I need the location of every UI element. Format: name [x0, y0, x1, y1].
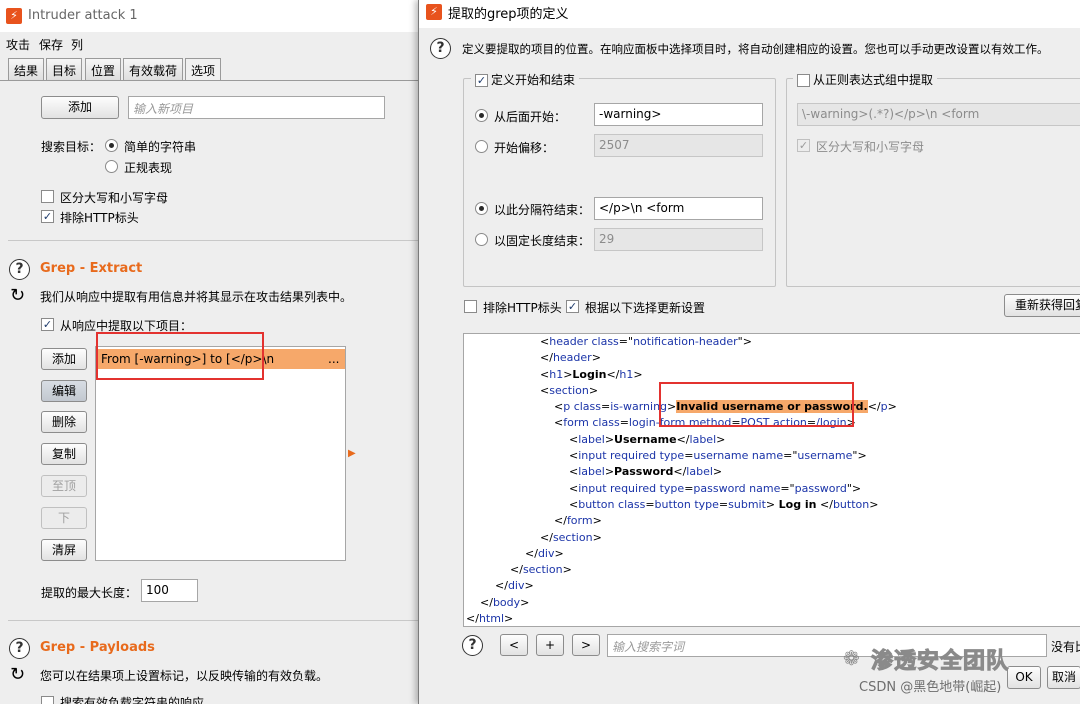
add-grep-match-button[interactable]: 添加	[41, 96, 119, 119]
menu-save[interactable]: 保存	[39, 36, 63, 53]
add-match-button[interactable]: +	[536, 634, 564, 656]
grep-definition-dialog: ⚡ 提取的grep项的定义 ? 定义要提取的项目的位置。在响应面板中选择项目时，…	[418, 0, 1080, 704]
new-item-placeholder: 输入新项目	[133, 102, 194, 116]
extract-items-checkbox[interactable]: ✓	[41, 318, 54, 331]
list-item-ellipsis: ...	[328, 352, 340, 366]
regex-input[interactable]: \-warning>(.*?)</p>\n <form	[797, 103, 1080, 126]
radio-regex[interactable]	[105, 160, 118, 173]
exclude-http-label: 排除HTTP标头	[60, 211, 139, 225]
update-config-checkbox[interactable]: ✓	[566, 300, 579, 313]
regex-group-checkbox[interactable]	[797, 74, 810, 87]
define-group-title: ✓ 定义开始和结束	[471, 71, 580, 88]
dialog-desc: 定义要提取的项目的位置。在响应面板中选择项目时，将自动创建相应的设置。您也可以手…	[462, 42, 1049, 56]
regex-case-checkbox[interactable]: ✓	[797, 139, 810, 152]
tab-positions[interactable]: 位置	[85, 58, 122, 80]
case-sensitive-label: 区分大写和小写字母	[60, 191, 169, 205]
help-icon-dialog[interactable]: ?	[430, 38, 451, 59]
dialog-titlebar: ⚡ 提取的grep项的定义	[419, 0, 1080, 28]
radio-start-offset[interactable]	[475, 140, 488, 153]
start-after-input[interactable]: -warning>	[594, 103, 763, 126]
define-group-label: 定义开始和结束	[491, 73, 576, 87]
wechat-icon: ❁	[843, 646, 860, 670]
grep-extract-title: Grep - Extract	[40, 261, 143, 276]
extract-add-button[interactable]: 添加	[41, 348, 87, 370]
response-code[interactable]: <header class="notification-header"> </h…	[466, 334, 897, 626]
prev-match-button[interactable]: <	[500, 634, 528, 656]
left-window: ⚡ Intruder attack 1 攻击 保存 列 结果 目标 位置 有效载…	[0, 0, 420, 704]
search-placeholder: 输入搜索字词	[612, 640, 685, 654]
start-after-label: 从后面开始：	[494, 110, 567, 124]
radio-simple-string[interactable]	[105, 139, 118, 152]
annotation-box-response	[659, 382, 854, 427]
end-delimiter-label: 以此分隔符结束：	[494, 203, 591, 217]
help-icon[interactable]: ?	[9, 259, 30, 280]
radio-end-delimiter[interactable]	[475, 202, 488, 215]
refresh-icon[interactable]: ↻	[10, 285, 25, 306]
watermark-csdn: CSDN @黑色地带(崛起)	[859, 680, 1002, 695]
tab-options[interactable]: 选项	[185, 58, 222, 81]
regex-group-title: 从正则表达式组中提取	[793, 71, 938, 88]
tab-payloads[interactable]: 有效载荷	[123, 58, 184, 80]
tab-target[interactable]: 目标	[46, 58, 83, 80]
extract-edit-button[interactable]: 编辑	[41, 380, 87, 402]
define-group-checkbox[interactable]: ✓	[475, 74, 488, 87]
burp-logo-icon: ⚡	[426, 4, 442, 20]
watermark-brand: 渗透安全团队	[870, 649, 1010, 675]
fixed-length-input[interactable]: 29	[594, 228, 763, 251]
regex-case-label: 区分大写和小写字母	[816, 140, 925, 154]
menu-columns[interactable]: 列	[71, 36, 83, 53]
radio-simple-string-label: 简单的字符串	[124, 140, 197, 154]
radio-regex-label: 正规表现	[124, 161, 173, 175]
payloads-checkbox-label: 搜索有效负载字符串的响应	[60, 696, 205, 704]
start-offset-label: 开始偏移：	[494, 141, 555, 155]
radio-fixed-length[interactable]	[475, 233, 488, 246]
extract-copy-button[interactable]: 复制	[41, 443, 87, 465]
extract-delete-button[interactable]: 删除	[41, 411, 87, 433]
burp-logo-icon: ⚡	[6, 8, 22, 24]
update-config-label: 根据以下选择更新设置	[585, 301, 706, 315]
next-match-button[interactable]: >	[572, 634, 600, 656]
left-window-title: Intruder attack 1	[28, 8, 138, 23]
start-offset-input[interactable]: 2507	[594, 134, 763, 157]
cancel-button[interactable]: 取消	[1047, 666, 1080, 689]
grep-payloads-title: Grep - Payloads	[40, 640, 155, 655]
case-sensitive-checkbox[interactable]	[41, 190, 54, 203]
section-divider-2	[8, 620, 420, 621]
tab-divider	[0, 80, 420, 81]
help-icon-search[interactable]: ?	[462, 635, 483, 656]
refresh-icon-payloads[interactable]: ↻	[10, 664, 25, 685]
collapse-arrow-icon[interactable]: ▶	[348, 448, 356, 459]
response-panel[interactable]: <header class="notification-header"> </h…	[463, 333, 1080, 627]
left-titlebar: ⚡ Intruder attack 1	[0, 0, 420, 32]
fixed-length-label: 以固定长度结束：	[494, 234, 591, 248]
extract-down-button[interactable]: 下	[41, 507, 87, 529]
exclude-http-checkbox[interactable]: ✓	[41, 210, 54, 223]
max-length-label: 提取的最大长度：	[41, 586, 138, 600]
end-delimiter-input[interactable]: </p>\n <form	[594, 197, 763, 220]
section-divider	[8, 240, 420, 241]
payloads-checkbox[interactable]	[41, 696, 54, 704]
dialog-exclude-http-label: 排除HTTP标头	[483, 301, 562, 315]
tab-results[interactable]: 结果	[8, 58, 45, 80]
extract-top-button[interactable]: 至顶	[41, 475, 87, 497]
max-length-input[interactable]: 100	[141, 579, 198, 602]
menu-attack[interactable]: 攻击	[6, 36, 30, 53]
new-item-input[interactable]: 输入新项目	[128, 96, 385, 119]
extract-clear-button[interactable]: 清屏	[41, 539, 87, 561]
dialog-exclude-http-checkbox[interactable]	[464, 300, 477, 313]
no-match-label: 没有比	[1051, 640, 1080, 654]
refetch-response-button[interactable]: 重新获得回复	[1004, 294, 1080, 317]
help-icon-payloads[interactable]: ?	[9, 638, 30, 659]
search-target-label: 搜索目标：	[41, 140, 102, 154]
annotation-box-list	[96, 332, 264, 380]
dialog-title: 提取的grep项的定义	[448, 7, 569, 22]
radio-start-after[interactable]	[475, 109, 488, 122]
grep-payloads-desc: 您可以在结果项上设置标记，以反映传输的有效负载。	[40, 669, 329, 683]
regex-group-label: 从正则表达式组中提取	[813, 73, 934, 87]
ok-button[interactable]: OK	[1007, 666, 1041, 689]
grep-extract-desc: 我们从响应中提取有用信息并将其显示在攻击结果列表中。	[40, 290, 353, 304]
